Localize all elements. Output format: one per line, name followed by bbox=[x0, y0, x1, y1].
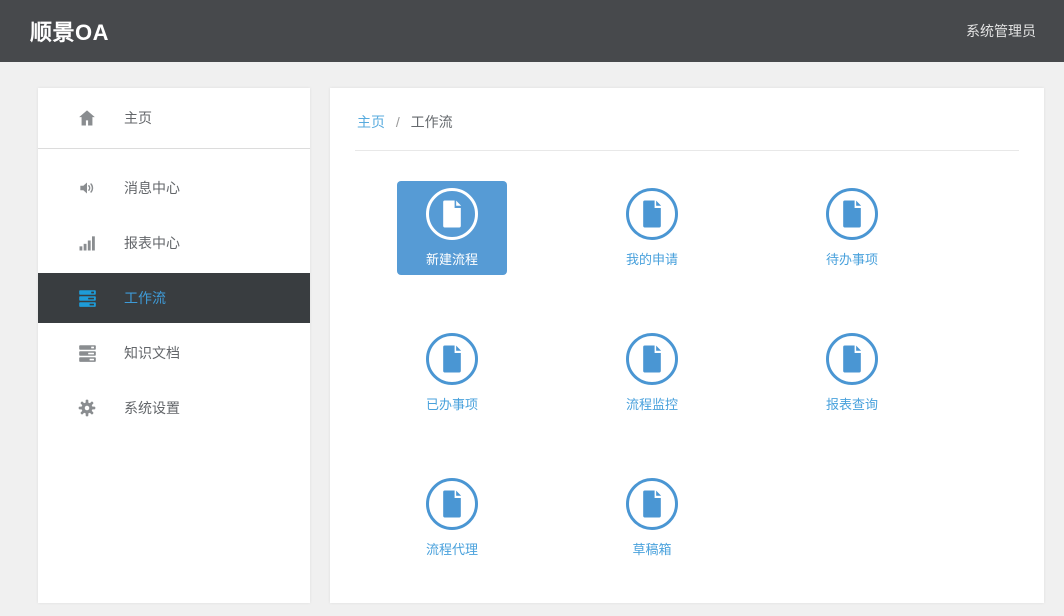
server-icon bbox=[76, 287, 98, 309]
tile-label: 已办事项 bbox=[426, 394, 478, 413]
sidebar-item-home[interactable]: 主页 bbox=[38, 88, 310, 148]
document-icon bbox=[826, 188, 878, 240]
document-icon bbox=[826, 333, 878, 385]
tile-label: 新建流程 bbox=[426, 249, 478, 268]
sidebar-item-label: 主页 bbox=[124, 108, 152, 128]
sidebar-item-workflow[interactable]: 工作流 bbox=[38, 273, 310, 323]
speaker-icon bbox=[76, 177, 98, 199]
tile-label: 流程监控 bbox=[626, 394, 678, 413]
server-icon bbox=[76, 342, 98, 364]
sidebar: 主页 消息中心 报表中心 bbox=[38, 88, 310, 603]
tile-done-items[interactable]: 已办事项 bbox=[397, 326, 507, 420]
document-icon bbox=[426, 333, 478, 385]
tile-label: 草稿箱 bbox=[632, 539, 671, 558]
sidebar-item-label: 报表中心 bbox=[124, 233, 180, 253]
sidebar-item-label: 知识文档 bbox=[124, 343, 180, 363]
app-header: 顺景OA 系统管理员 bbox=[0, 0, 1064, 62]
tile-my-applications[interactable]: 我的申请 bbox=[597, 181, 707, 275]
sidebar-item-label: 消息中心 bbox=[124, 178, 180, 198]
bar-chart-icon bbox=[76, 232, 98, 254]
document-icon bbox=[626, 188, 678, 240]
breadcrumb-separator: / bbox=[396, 114, 400, 130]
sidebar-item-settings[interactable]: 系统设置 bbox=[38, 383, 310, 433]
tile-label: 报表查询 bbox=[826, 394, 878, 413]
breadcrumb: 主页 / 工作流 bbox=[355, 88, 1019, 151]
sidebar-item-reports[interactable]: 报表中心 bbox=[38, 218, 310, 268]
sidebar-item-label: 系统设置 bbox=[124, 398, 180, 418]
document-icon bbox=[626, 333, 678, 385]
tile-new-process[interactable]: 新建流程 bbox=[397, 181, 507, 275]
gear-icon bbox=[76, 397, 98, 419]
document-icon bbox=[426, 188, 478, 240]
main-panel: 主页 / 工作流 新建流程 我的申请 bbox=[330, 88, 1044, 603]
sidebar-item-label: 工作流 bbox=[124, 288, 166, 308]
workflow-grid: 新建流程 我的申请 待办事项 bbox=[397, 181, 1017, 616]
home-icon bbox=[76, 107, 98, 129]
app-title: 顺景OA bbox=[30, 15, 109, 47]
user-menu[interactable]: 系统管理员 bbox=[966, 21, 1036, 41]
tile-process-monitor[interactable]: 流程监控 bbox=[597, 326, 707, 420]
tile-label: 待办事项 bbox=[826, 249, 878, 268]
tile-label: 流程代理 bbox=[426, 539, 478, 558]
document-icon bbox=[626, 478, 678, 530]
sidebar-item-messages[interactable]: 消息中心 bbox=[38, 163, 310, 213]
tile-label: 我的申请 bbox=[626, 249, 678, 268]
sidebar-item-knowledge-docs[interactable]: 知识文档 bbox=[38, 328, 310, 378]
tile-todo-items[interactable]: 待办事项 bbox=[797, 181, 907, 275]
tile-process-delegate[interactable]: 流程代理 bbox=[397, 471, 507, 565]
breadcrumb-current: 工作流 bbox=[411, 114, 453, 130]
tile-report-query[interactable]: 报表查询 bbox=[797, 326, 907, 420]
sidebar-list: 消息中心 报表中心 bbox=[38, 149, 310, 433]
document-icon bbox=[426, 478, 478, 530]
tile-drafts[interactable]: 草稿箱 bbox=[597, 471, 707, 565]
breadcrumb-home-link[interactable]: 主页 bbox=[357, 114, 385, 130]
